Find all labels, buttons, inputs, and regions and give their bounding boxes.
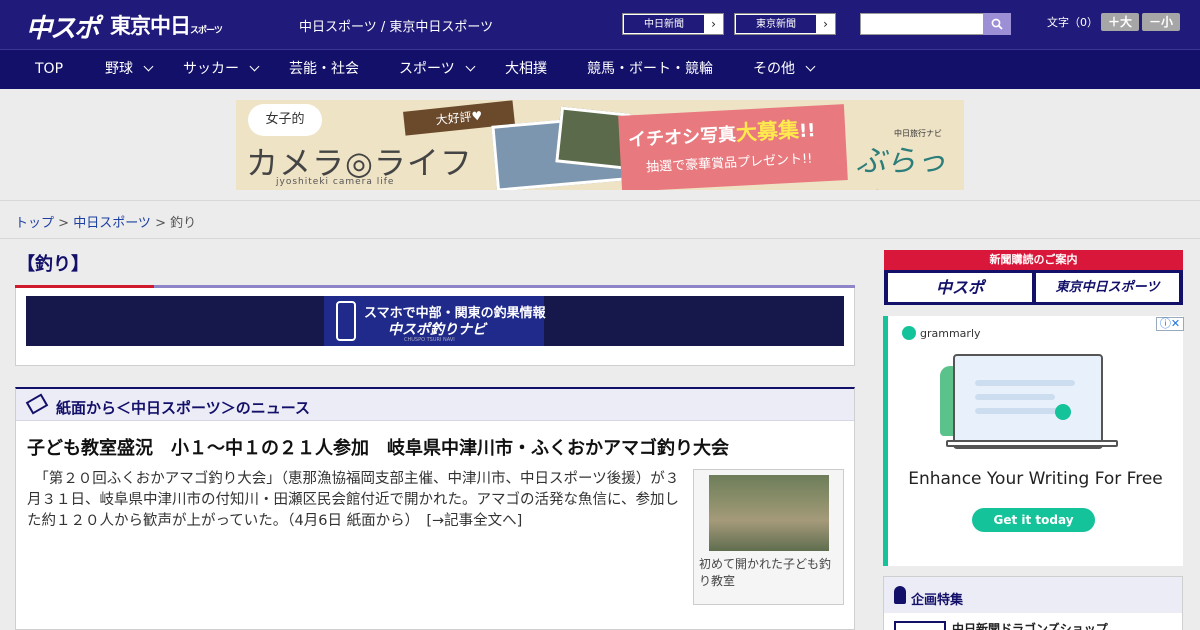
nav-item-entertainment[interactable]: 芸能・社会: [289, 50, 359, 90]
nav-item-sports[interactable]: スポーツ: [399, 50, 476, 90]
news-card: 紙面から＜中日スポーツ＞のニュース 子ども教室盛況 小１～中１の２１人参加 岐阜…: [15, 387, 855, 630]
subscription-title: 新聞購読のご案内: [884, 250, 1183, 270]
ad-cta-button[interactable]: Get it today: [972, 508, 1095, 532]
text-line-decoration: [975, 394, 1055, 400]
nav-item-label: サッカー: [183, 61, 239, 77]
nav-item-label: スポーツ: [399, 61, 455, 77]
ad-headline: Enhance Your Writing For Free: [908, 469, 1163, 489]
text-line-decoration: [975, 380, 1075, 386]
nav-item-sumo[interactable]: 大相撲: [505, 50, 547, 90]
subscription-box: 新聞購読のご案内 中スポ 東京中日スポーツ: [884, 250, 1183, 305]
grammarly-logo-icon: [902, 326, 916, 340]
breadcrumb-top-link[interactable]: トップ: [15, 216, 54, 231]
site-names: 中日スポーツ / 東京中日スポーツ: [299, 20, 494, 35]
article-title-link[interactable]: 子ども教室盛況 小１～中１の２１人参加 岐阜県中津川市・ふくおかアマゴ釣り大会: [27, 434, 729, 460]
font-larger-button[interactable]: ＋大: [1101, 13, 1139, 31]
chevron-down-icon: [465, 61, 476, 72]
subscribe-chuspo-button[interactable]: 中スポ: [888, 273, 1032, 302]
page-title: 【釣り】: [17, 254, 89, 275]
ad-choices-icon[interactable]: ⓘ✕: [1156, 317, 1184, 331]
breadcrumb-separator: >: [54, 216, 74, 231]
tsuri-navi-banner[interactable]: スマホで中部・関東の釣果情報 中スポ釣りナビ CHUSPO TSURI NAVI: [26, 296, 844, 346]
feature-item-link[interactable]: 中日新聞ドラゴンズショップ: [952, 620, 1108, 630]
tokyo-chunichi-logo-suffix: スポーツ: [190, 26, 223, 36]
nav-item-baseball[interactable]: 野球: [105, 50, 154, 90]
banner-ichioshi-pre: イチオシ写真: [627, 124, 737, 151]
grammarly-ad[interactable]: grammarly ⓘ✕ Enhance Your Writing For Fr…: [883, 316, 1184, 566]
search-button[interactable]: [983, 13, 1011, 35]
chevron-down-icon: [805, 61, 816, 72]
search-input[interactable]: [860, 13, 984, 35]
laptop-base-illustration: [946, 440, 1118, 447]
search-icon: [991, 18, 1003, 30]
nav-item-label: 芸能・社会: [289, 61, 359, 77]
news-section-header: 紙面から＜中日スポーツ＞のニュース: [16, 389, 854, 421]
tokyo-chunichi-logo[interactable]: 東京中日スポーツ: [110, 10, 223, 40]
smartphone-icon: [336, 301, 356, 341]
feature-box: 企画特集 中日新聞ドラゴンズショップ: [883, 576, 1183, 630]
nav-item-soccer[interactable]: サッカー: [183, 50, 260, 90]
nav-item-others[interactable]: その他: [753, 50, 816, 90]
breadcrumb-separator: >: [150, 216, 171, 231]
nav-item-label: 野球: [105, 61, 133, 77]
ad-brand: grammarly: [902, 326, 981, 340]
tsuri-navi-card: スマホで中部・関東の釣果情報 中スポ釣りナビ CHUSPO TSURI NAVI: [15, 288, 855, 366]
nav-item-label: 大相撲: [505, 61, 547, 77]
nav-item-keiba[interactable]: 競馬・ボート・競輪: [587, 50, 713, 90]
laptop-illustration: [953, 354, 1103, 449]
nav-item-label: TOP: [35, 61, 64, 77]
nav-item-label: 競馬・ボート・競輪: [587, 61, 713, 77]
chevron-down-icon: [143, 61, 154, 72]
camera-life-banner[interactable]: 女子的 カメラ◎ライフ jyoshiteki camera life 大好評♥ …: [236, 100, 964, 190]
tsuri-navi-inner: スマホで中部・関東の釣果情報 中スポ釣りナビ CHUSPO TSURI NAVI: [324, 296, 546, 346]
read-more-link[interactable]: [→記事全文へ]: [426, 513, 522, 529]
paper-link-label: 東京新聞: [736, 15, 816, 33]
tokyo-chunichi-logo-text: 東京中日: [110, 14, 191, 38]
chevron-right-icon: ›: [823, 17, 828, 31]
article-photo: [709, 475, 829, 551]
article-summary: 「第２０回ふくおかアマゴ釣り大会」（恵那漁協福岡支部主催、中津川市、中日スポーツ…: [27, 469, 683, 532]
breadcrumb-chunichi-sports-link[interactable]: 中日スポーツ: [73, 216, 151, 231]
article-photo-box[interactable]: 初めて開かれた子ども釣り教室: [693, 469, 844, 605]
nav-item-label: その他: [753, 61, 795, 77]
chevron-right-icon: ›: [711, 17, 716, 31]
breadcrumb: トップ > 中日スポーツ > 釣り: [15, 212, 196, 231]
banner-ichioshi-big: 大募集: [735, 117, 800, 146]
article-body-text: 「第２０回ふくおかアマゴ釣り大会」（恵那漁協福岡支部主催、中津川市、中日スポーツ…: [27, 471, 680, 529]
newspaper-icon: [25, 393, 49, 415]
main-nav: TOP 野球 サッカー 芸能・社会 スポーツ 大相撲 競馬・ボート・競輪 その他: [0, 49, 1200, 89]
tokyo-shimbun-link[interactable]: 東京新聞 ›: [734, 13, 836, 35]
ad-brand-name: grammarly: [920, 326, 981, 340]
chevron-down-icon: [249, 61, 260, 72]
feature-header: 企画特集: [884, 577, 1182, 613]
text-line-decoration: [975, 408, 1065, 414]
font-size-label: 文字（0）: [1047, 16, 1098, 29]
banner-burattoh-logo: ぶらっ人: [856, 144, 946, 190]
nav-item-top[interactable]: TOP: [35, 50, 63, 90]
chuspo-logo[interactable]: 中スポ: [26, 8, 100, 45]
font-smaller-button[interactable]: －小: [1142, 13, 1180, 31]
photo-caption: 初めて開かれた子ども釣り教室: [699, 557, 832, 588]
banner-joshi-bubble: 女子的: [248, 104, 322, 136]
checkmark-icon: [1055, 404, 1071, 420]
news-section-label: 紙面から＜中日スポーツ＞のニュース: [56, 399, 310, 417]
tsuri-navi-line2: 中スポ釣りナビ: [388, 322, 486, 338]
top-header: 中スポ 東京中日スポーツ 中日スポーツ / 東京中日スポーツ 中日新聞 › 東京…: [0, 0, 1200, 49]
subscribe-tokyo-chunichi-button[interactable]: 東京中日スポーツ: [1036, 273, 1179, 302]
chunichi-shimbun-link[interactable]: 中日新聞 ›: [622, 13, 724, 35]
banner-ichioshi-post: !!: [798, 120, 816, 142]
breadcrumb-bar: トップ > 中日スポーツ > 釣り: [0, 200, 1200, 239]
feature-title: 企画特集: [911, 593, 964, 608]
tsuri-navi-line3: CHUSPO TSURI NAVI: [404, 337, 455, 343]
ribbon-icon: [894, 586, 906, 604]
paper-link-label: 中日新聞: [624, 15, 704, 33]
banner-romaji: jyoshiteki camera life: [276, 177, 395, 187]
breadcrumb-current: 釣り: [170, 216, 197, 231]
feature-item-thumbnail[interactable]: [894, 621, 946, 630]
